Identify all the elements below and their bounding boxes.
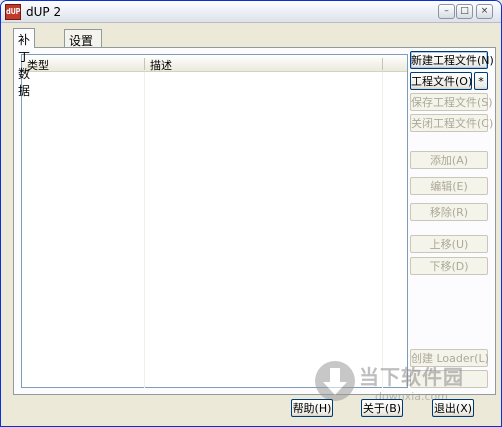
save-project-button[interactable]: 保存工程文件(S)	[410, 93, 493, 111]
help-button[interactable]: 帮助(H)	[291, 399, 333, 417]
column-divider[interactable]	[382, 58, 383, 70]
project-file-button[interactable]: 工程文件(O)	[410, 72, 472, 90]
app-icon: dUP	[5, 4, 21, 20]
column-gridline	[382, 72, 383, 388]
column-header-description[interactable]: 描述	[150, 57, 172, 73]
tab-patch-data[interactable]: 补丁数据	[13, 28, 36, 98]
move-up-button[interactable]: 上移(U)	[410, 235, 488, 253]
column-gridline	[144, 72, 145, 388]
about-button[interactable]: 关于(B)	[361, 399, 403, 417]
column-header-type[interactable]: 类型	[27, 57, 49, 73]
new-project-button[interactable]: 新建工程文件(N)	[410, 51, 494, 69]
project-star-button[interactable]: *	[474, 72, 488, 90]
patch-list[interactable]: 类型 描述	[21, 54, 408, 388]
minimize-button[interactable]: –	[438, 4, 455, 19]
column-divider[interactable]	[144, 58, 145, 70]
remove-button[interactable]: 移除(R)	[410, 203, 488, 221]
edit-button[interactable]: 编辑(E)	[410, 177, 488, 195]
exit-button[interactable]: 退出(X)	[432, 399, 474, 417]
download-logo-icon	[315, 361, 355, 401]
add-button[interactable]: 添加(A)	[410, 151, 488, 169]
title-bar[interactable]: dUP dUP 2 – □ ×	[1, 1, 501, 23]
close-project-button[interactable]: 关闭工程文件(C)	[410, 114, 493, 132]
window-title: dUP 2	[26, 5, 62, 19]
maximize-button[interactable]: □	[456, 4, 473, 19]
move-down-button[interactable]: 下移(D)	[410, 257, 488, 275]
watermark-title: 当下软件园	[359, 365, 464, 389]
tab-settings[interactable]: 设置	[64, 29, 102, 48]
close-button[interactable]: ×	[476, 4, 493, 19]
list-header: 类型 描述	[22, 55, 407, 72]
app-window: dUP dUP 2 – □ × 补丁数据 设置 类型 描述 新建工程文件(N) …	[0, 0, 502, 427]
